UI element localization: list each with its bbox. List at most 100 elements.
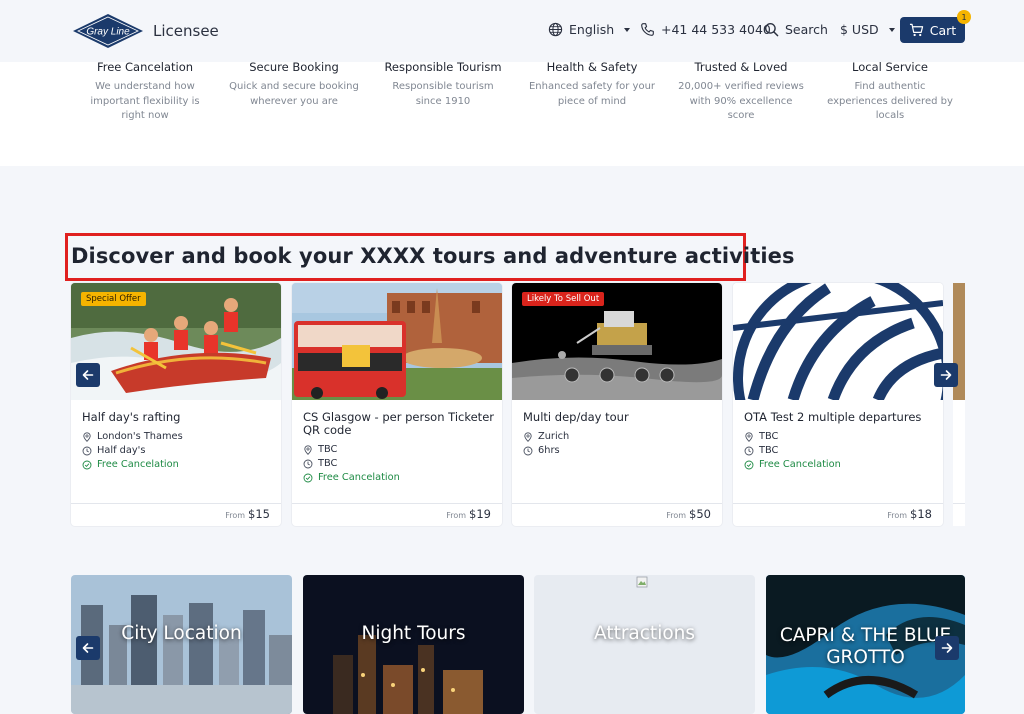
special-offer-badge: Special Offer — [81, 292, 146, 306]
tour-free-cancel: Free Cancelation — [82, 459, 179, 470]
phone-icon — [641, 23, 654, 36]
feature-description: We understand how important flexibility … — [90, 81, 200, 121]
tour-duration: TBC — [744, 445, 778, 456]
category-card[interactable]: Attractions — [534, 575, 755, 714]
features-strip: Free Cancelation We understand how impor… — [0, 60, 1024, 166]
tour-card[interactable]: Likely To Sell Out Multi dep/day tour Zu… — [512, 283, 722, 526]
tour-price: From $18 — [887, 507, 932, 521]
tour-location: Zurich — [523, 431, 569, 442]
feature-title: Free Cancelation — [96, 60, 194, 74]
tour-card[interactable]: OTA Test 2 multiple departures TBC TBC F… — [733, 283, 943, 526]
cart-label: Cart — [929, 22, 957, 38]
gray-line-logo[interactable]: Gray Line — [72, 13, 144, 49]
sell-out-badge: Likely To Sell Out — [522, 292, 605, 306]
tour-duration: Half day's — [82, 445, 145, 456]
arrow-right-icon — [941, 643, 953, 653]
free-cancel-text: Free Cancelation — [318, 472, 400, 483]
price-from-label: From — [225, 511, 246, 520]
tour-free-cancel: Free Cancelation — [303, 472, 400, 483]
location-text: Zurich — [538, 431, 570, 442]
feature-description: Find authentic experiences delivered by … — [827, 81, 953, 121]
category-card[interactable]: City Location — [71, 575, 292, 714]
card-divider — [292, 503, 502, 504]
feature-description: Quick and secure booking wherever you ar… — [229, 81, 359, 107]
price-value: $15 — [248, 507, 270, 521]
price-value: $50 — [689, 507, 711, 521]
carousel-prev-button[interactable] — [76, 363, 100, 387]
clock-icon — [523, 446, 533, 455]
language-selector[interactable]: English — [548, 22, 631, 37]
category-label: Attractions — [593, 623, 696, 644]
free-cancel-text: Free Cancelation — [759, 459, 841, 470]
category-prev-button[interactable] — [76, 636, 100, 660]
duration-text: TBC — [318, 458, 338, 469]
tour-location: TBC — [744, 431, 778, 442]
check-circle-icon — [303, 473, 313, 482]
cart-icon — [909, 23, 923, 37]
tour-price: From $15 — [225, 507, 270, 521]
tour-duration: 6hrs — [523, 445, 560, 456]
tour-title[interactable]: Multi dep/day tour — [523, 411, 718, 424]
check-circle-icon — [82, 460, 92, 469]
location-pin-icon — [83, 431, 91, 442]
carousel-next-button[interactable] — [934, 363, 958, 387]
price-value: $19 — [469, 507, 491, 521]
category-card[interactable]: Night Tours — [303, 575, 524, 714]
price-from-label: From — [666, 511, 687, 520]
tour-title[interactable]: Half day's rafting — [82, 411, 277, 424]
tour-image — [733, 283, 943, 400]
price-from-label: From — [887, 511, 908, 520]
tour-location: TBC — [303, 444, 337, 455]
tour-location: London's Thames — [82, 431, 183, 442]
location-text: TBC — [318, 444, 338, 455]
card-divider — [512, 503, 722, 504]
feature-description: 20,000+ verified reviews with 90% excell… — [678, 81, 804, 121]
tour-price: From $50 — [666, 507, 711, 521]
duration-text: 6hrs — [538, 445, 560, 456]
arrow-left-icon — [82, 370, 94, 380]
arrow-right-icon — [940, 370, 952, 380]
card-divider — [733, 503, 943, 504]
phone-link[interactable]: +41 44 533 4040 — [640, 22, 771, 37]
location-text: London's Thames — [97, 431, 183, 442]
price-value: $18 — [910, 507, 932, 521]
feature-title: Responsible Tourism — [384, 60, 502, 74]
brand-suffix: Licensee — [153, 22, 219, 40]
location-text: TBC — [759, 431, 779, 442]
clock-icon — [744, 446, 754, 455]
tour-card[interactable]: CS Glasgow - per person Ticketer QR code… — [292, 283, 502, 526]
feature-title: Local Service — [852, 60, 928, 74]
tour-card[interactable]: Special Offer Half day's rafting London'… — [71, 283, 281, 526]
feature-description: Responsible tourism since 1910 — [392, 81, 494, 107]
clock-icon — [303, 459, 313, 468]
duration-text: TBC — [759, 445, 779, 456]
location-pin-icon — [745, 431, 753, 442]
cart-count-badge: 1 — [957, 10, 971, 24]
currency-selector[interactable]: $ USD — [840, 22, 895, 37]
category-label: Night Tours — [361, 623, 466, 644]
feature-item: Responsible Tourism Responsible tourism … — [378, 60, 508, 109]
broken-image-icon — [636, 576, 648, 588]
feature-title: Trusted & Loved — [694, 60, 788, 74]
tour-duration: TBC — [303, 458, 337, 469]
tour-title[interactable]: CS Glasgow - per person Ticketer QR code — [303, 411, 498, 437]
feature-item: Local Service Find authentic experiences… — [825, 60, 955, 124]
cart-button[interactable]: Cart — [900, 17, 965, 43]
chevron-down-icon — [624, 27, 631, 32]
tour-free-cancel: Free Cancelation — [744, 459, 841, 470]
category-next-button[interactable] — [935, 636, 959, 660]
arrow-left-icon — [82, 643, 94, 653]
search-button[interactable]: Search — [764, 22, 828, 37]
feature-item: Trusted & Loved 20,000+ verified reviews… — [676, 60, 806, 124]
phone-number: +41 44 533 4040 — [661, 22, 771, 37]
search-icon — [764, 22, 779, 37]
card-divider — [71, 503, 281, 504]
language-label: English — [569, 22, 615, 37]
section-heading: Discover and book your XXXX tours and ad… — [71, 244, 795, 268]
location-pin-icon — [304, 444, 312, 455]
tour-title[interactable]: OTA Test 2 multiple departures — [744, 411, 939, 424]
tour-image — [292, 283, 502, 400]
currency-label: $ USD — [840, 22, 879, 37]
feature-description: Enhanced safety for your piece of mind — [528, 81, 656, 107]
duration-text: Half day's — [97, 445, 146, 456]
